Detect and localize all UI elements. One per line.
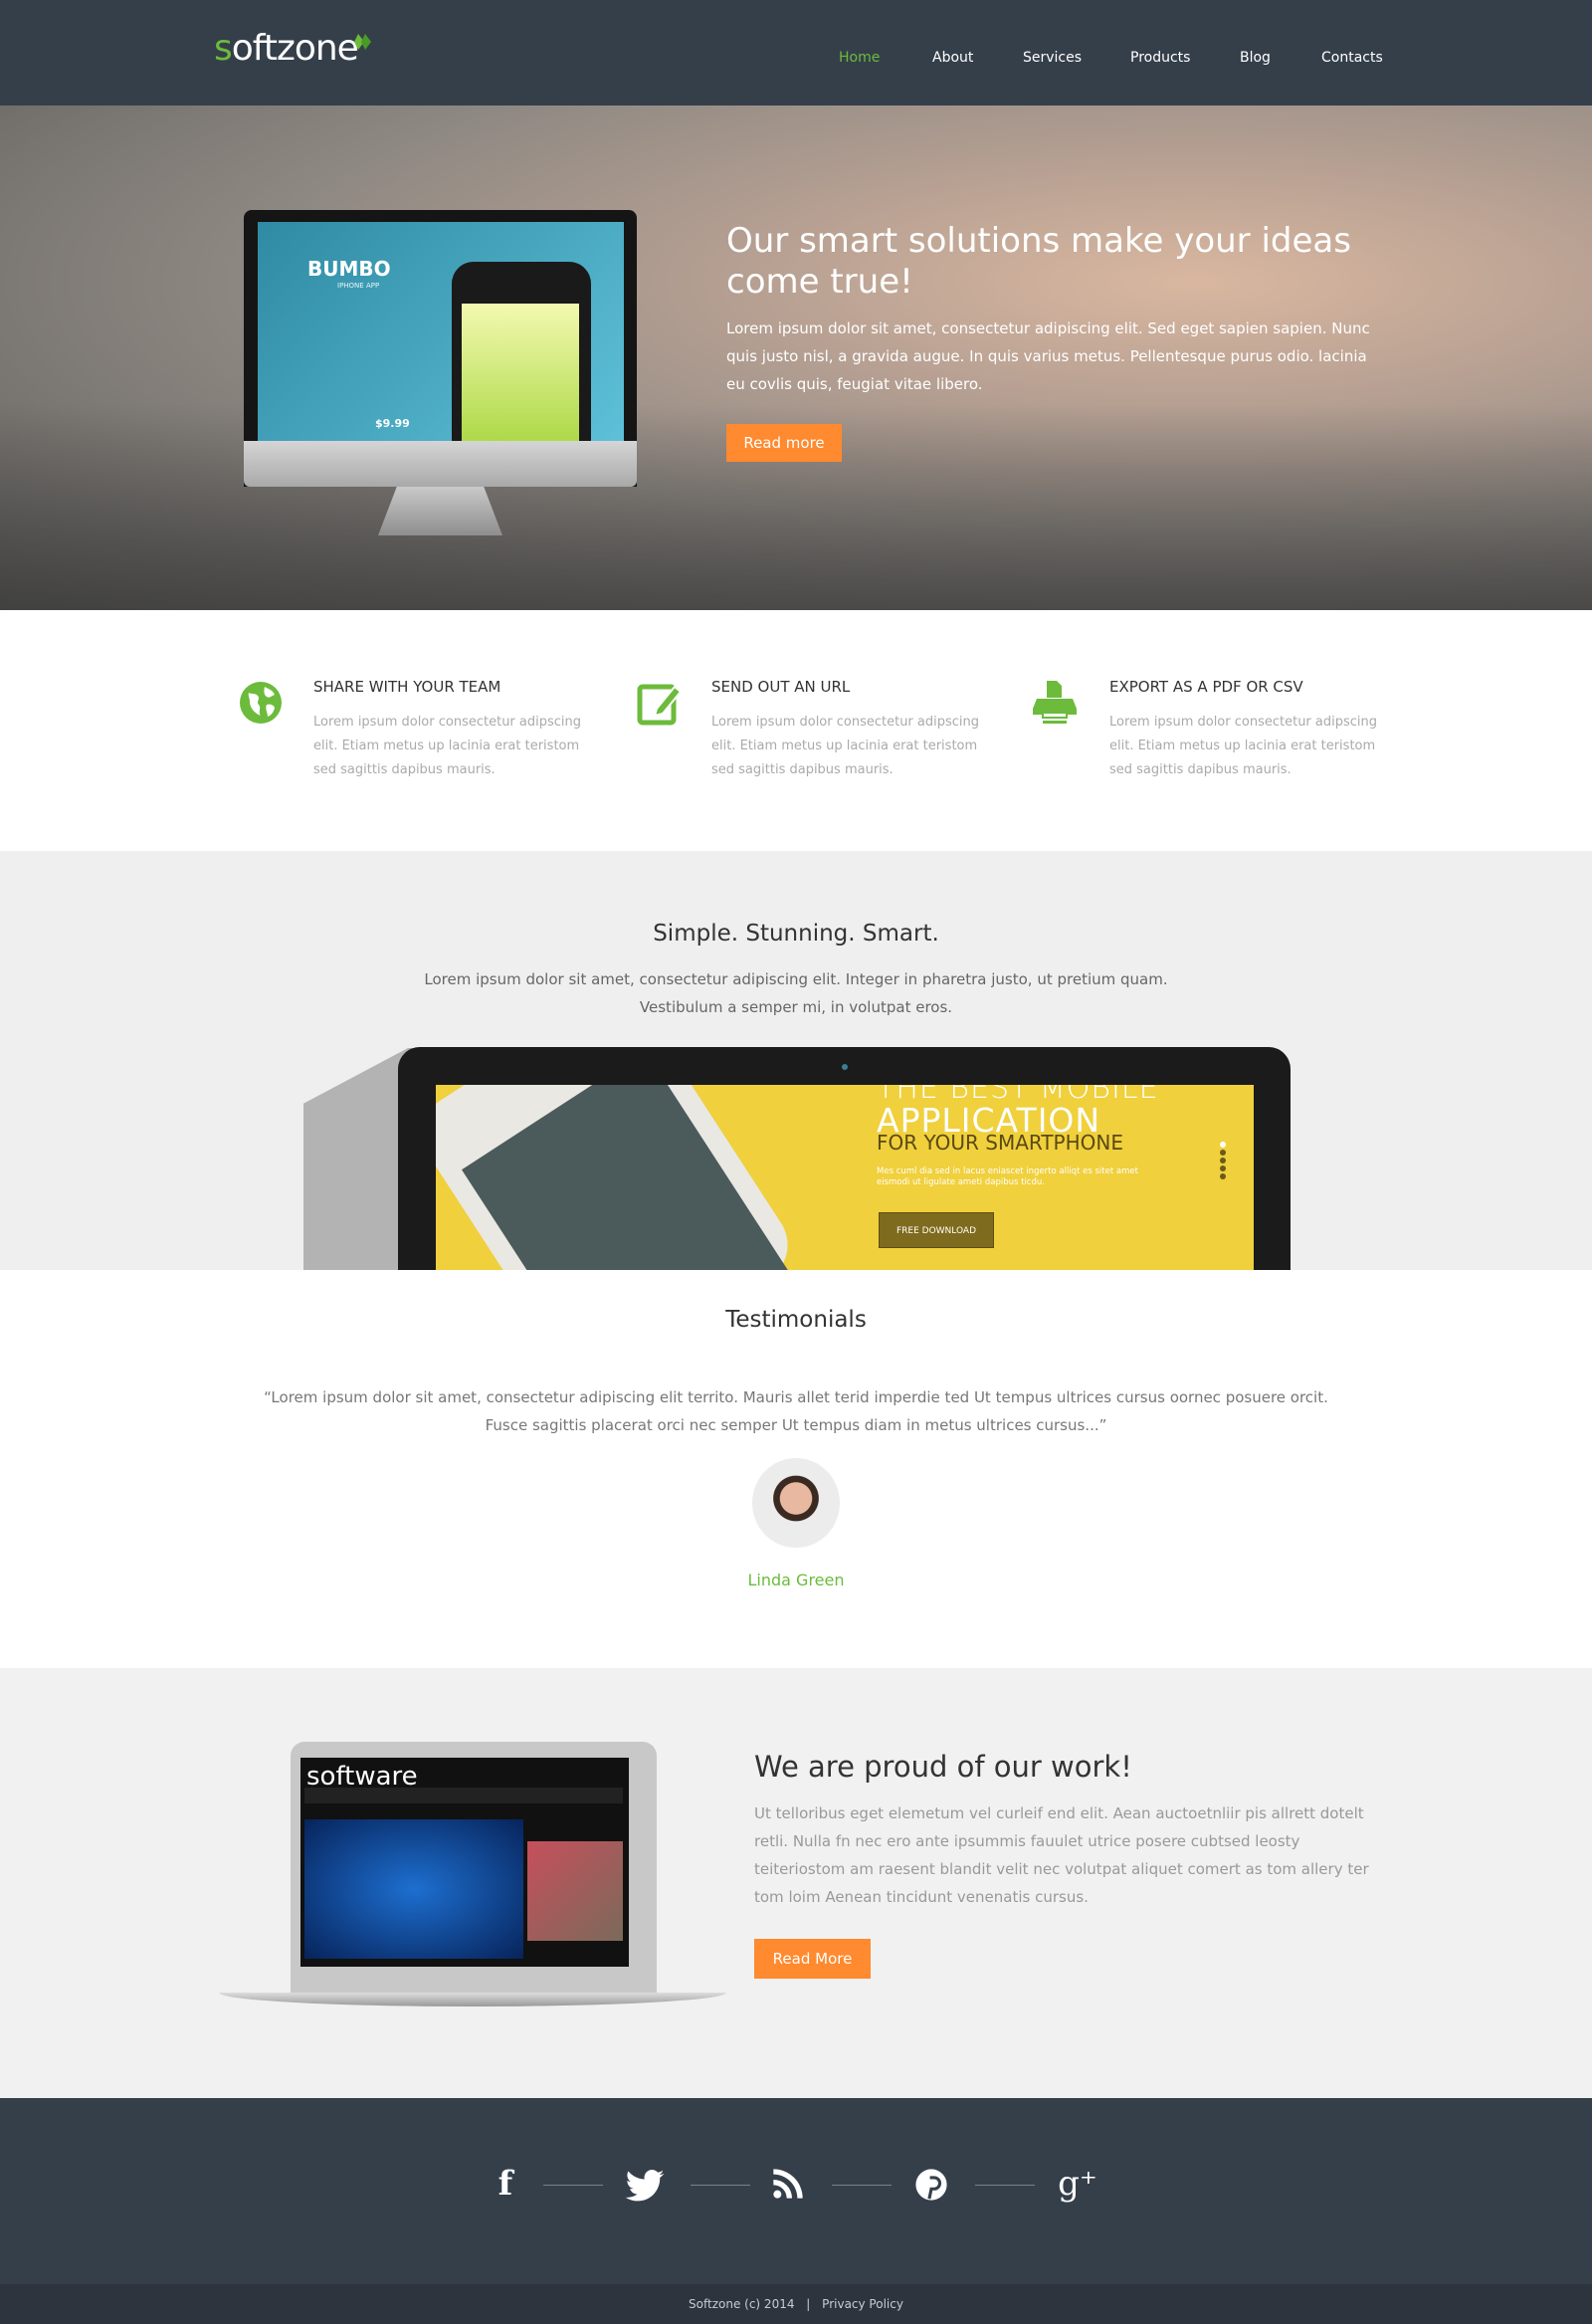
app-price: $9.99 [375, 417, 410, 430]
facebook-icon[interactable]: f [486, 2162, 525, 2206]
proud-title: We are proud of our work! [754, 1750, 1132, 1784]
imac-stand [378, 487, 502, 535]
macbook-lid: software [291, 1742, 657, 1993]
pinterest-icon[interactable] [914, 2168, 948, 2202]
divider [975, 2185, 1035, 2186]
feature-text: Lorem ipsum dolor consectetur adipscing … [313, 715, 582, 777]
macbook-screen: software [300, 1758, 629, 1967]
macbook-base [219, 1993, 726, 2007]
phone-image [452, 262, 591, 441]
screen-text: Mes cuml dia sed in lacus eniascet inger… [877, 1166, 1138, 1187]
slider-dot [1220, 1173, 1226, 1179]
feature-text: Lorem ipsum dolor consectetur adipscing … [711, 715, 980, 777]
hero-title: Our smart solutions make your ideas come… [726, 221, 1351, 302]
nav-blog[interactable]: Blog [1240, 50, 1271, 66]
copyright: Softzone (c) 2014 [689, 2297, 795, 2311]
slider-dot [1220, 1142, 1226, 1148]
nav-home[interactable]: Home [839, 50, 880, 66]
slider-dot [1220, 1158, 1226, 1163]
phone-illustration [436, 1085, 803, 1270]
hero-text: Lorem ipsum dolor sit amet, consectetur … [726, 319, 1370, 393]
slider-dot [1220, 1165, 1226, 1171]
feature-title: EXPORT AS A PDF OR CSV [1109, 678, 1303, 696]
phone-screen [462, 304, 579, 441]
logo-text: oftzone [231, 28, 359, 69]
laptop-screen: THE BEST MOBILE APPLICATION FOR YOUR SMA… [436, 1085, 1254, 1270]
nav-services[interactable]: Services [1023, 50, 1082, 66]
nav-products[interactable]: Products [1130, 50, 1190, 66]
nav-about[interactable]: About [932, 50, 973, 66]
screen-subheadline: FOR YOUR SMARTPHONE [877, 1131, 1123, 1155]
edit-icon [637, 684, 683, 726]
google-plus-icon[interactable]: g⁺ [1058, 2162, 1097, 2206]
rss-icon[interactable] [772, 2168, 804, 2200]
divider [543, 2185, 603, 2186]
app-name: BUMBO [307, 257, 391, 281]
twitter-icon[interactable] [625, 2170, 665, 2202]
testimonial-author: Linda Green [747, 1571, 845, 1589]
macbook-mockup: software [219, 1742, 726, 2020]
slider-dot [1220, 1150, 1226, 1156]
nav-contacts[interactable]: Contacts [1321, 50, 1383, 66]
divider [832, 2185, 892, 2186]
read-more-button[interactable]: Read more [726, 424, 842, 462]
footer-bottom: Softzone (c) 2014 | Privacy Policy [0, 2284, 1592, 2324]
avatar [752, 1458, 840, 1548]
testimonial-quote: “Lorem ipsum dolor sit amet, consectetur… [264, 1388, 1328, 1434]
imac-screen: BUMBO IPHONE APP $9.99 [258, 222, 624, 441]
globe-icon [240, 682, 282, 724]
header: softzone Home About Services Products Bl… [0, 0, 1592, 106]
imac-chin [244, 441, 637, 487]
separator: | [806, 2297, 811, 2311]
divider [691, 2185, 750, 2186]
feature-text: Lorem ipsum dolor consectetur adipscing … [1109, 715, 1378, 777]
privacy-policy-link[interactable]: Privacy Policy [822, 2297, 903, 2311]
imac-mockup: BUMBO IPHONE APP $9.99 [244, 210, 637, 535]
free-download-button: FREE DOWNLOAD [879, 1212, 994, 1248]
mockup-nav [304, 1788, 623, 1803]
logo-initial: s [214, 28, 233, 69]
logo[interactable]: softzone [214, 28, 359, 69]
mockup-gallery [304, 1819, 523, 1959]
feature-title: SEND OUT AN URL [711, 678, 851, 696]
camera-icon [842, 1064, 848, 1070]
section-title: Simple. Stunning. Smart. [653, 921, 939, 947]
section-text: Lorem ipsum dolor sit amet, consectetur … [424, 970, 1168, 1016]
hero-banner: BUMBO IPHONE APP $9.99 Our smart solutio… [0, 106, 1592, 610]
mockup-photo [527, 1841, 623, 1941]
testimonials-title: Testimonials [725, 1307, 867, 1333]
proud-text: Ut telloribus eget elemetum vel curleif … [754, 1804, 1369, 1906]
phone-screen [462, 1085, 798, 1270]
read-more-button[interactable]: Read More [754, 1939, 871, 1979]
diamond-icon [354, 34, 371, 50]
app-subtitle: IPHONE APP [337, 282, 380, 290]
feature-title: SHARE WITH YOUR TEAM [313, 678, 501, 696]
printer-icon [1033, 681, 1077, 724]
laptop-mockup: THE BEST MOBILE APPLICATION FOR YOUR SMA… [398, 1047, 1291, 1270]
